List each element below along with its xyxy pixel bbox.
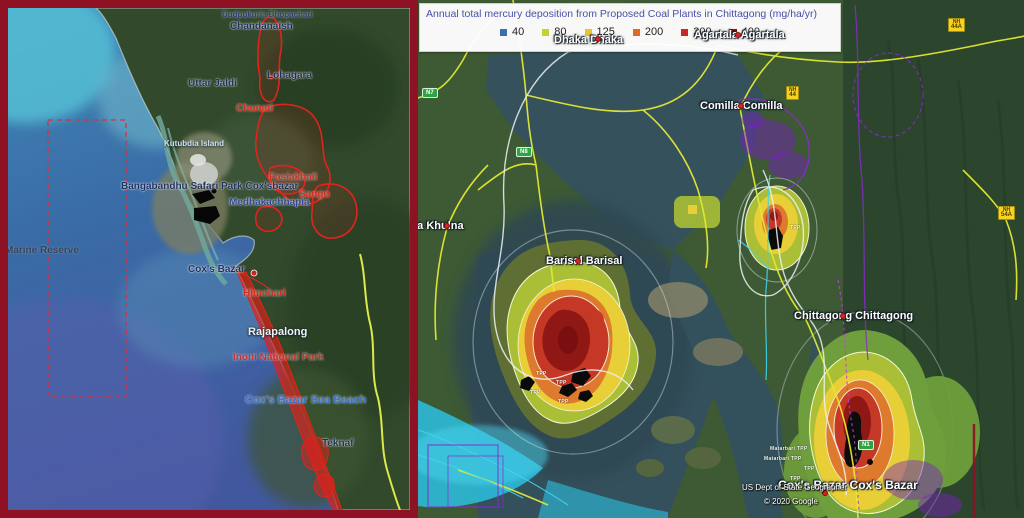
legend-swatch-80 — [542, 29, 549, 36]
legend-swatch-125 — [585, 29, 592, 36]
comilla-marker-dot — [738, 103, 744, 109]
left-map-canvas — [8, 8, 410, 510]
dhaka-marker-dot — [595, 36, 601, 42]
legend-items: 40 80 125 200 300 400 — [420, 26, 840, 38]
legend-item-40: 40 — [500, 26, 524, 38]
legend-swatch-40 — [500, 29, 507, 36]
legend-swatch-300 — [681, 29, 688, 36]
legend-value-300: 300 — [693, 26, 711, 38]
road-badge-nh54a: NH54A — [998, 206, 1015, 220]
chittagong-marker-dot — [840, 313, 846, 319]
legend-value-400: 400 — [742, 26, 760, 38]
road-badge-nh44a: NH44A — [948, 18, 965, 32]
badge-line2: 44A — [951, 25, 962, 30]
coxs-bazar-marker-dot — [251, 270, 257, 276]
dual-map-screenshot: { "frame": {"color": "#8e1124"}, "left_m… — [0, 0, 1024, 518]
mercury-legend: Annual total mercury deposition from Pro… — [419, 3, 841, 52]
agartala-marker-dot — [735, 32, 741, 38]
khulna-marker-dot — [444, 223, 450, 229]
legend-value-200: 200 — [645, 26, 663, 38]
lohagara-marker-dot — [269, 75, 274, 80]
mercury-deposition-map[interactable]: Annual total mercury deposition from Pro… — [418, 0, 1024, 518]
road-badge-nh44: NH44 — [786, 86, 799, 100]
legend-swatch-200 — [633, 29, 640, 36]
legend-value-40: 40 — [512, 26, 524, 38]
legend-value-80: 80 — [554, 26, 566, 38]
coxs-bazar-marker-dot-right — [822, 490, 828, 496]
legend-item-300: 300 — [681, 26, 711, 38]
legend-item-80: 80 — [542, 26, 566, 38]
badge-line2: 54A — [1001, 213, 1012, 218]
road-badge-n8: N8 — [516, 147, 532, 157]
legend-title: Annual total mercury deposition from Pro… — [420, 4, 840, 20]
legend-item-200: 200 — [633, 26, 663, 38]
legend-item-400: 400 — [730, 26, 760, 38]
badge-line2: 44 — [789, 93, 796, 98]
right-map-canvas — [418, 0, 1024, 518]
satellite-map-coxs-bazar[interactable]: Dudpukuria Dhopachari Chandanaish Uttar … — [8, 8, 410, 510]
road-badge-n1: N1 — [858, 440, 874, 450]
road-badge-n7: N7 — [422, 88, 438, 98]
barisal-marker-dot — [575, 258, 581, 264]
